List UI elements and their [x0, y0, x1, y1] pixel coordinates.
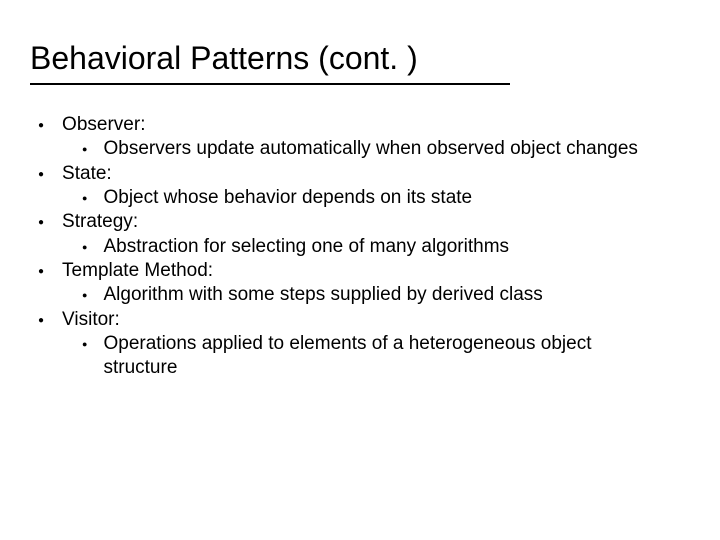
list-item: ● Strategy: ● Abstraction for selecting …	[30, 210, 690, 259]
bullet-icon: ●	[38, 315, 44, 328]
bullet-icon: ●	[38, 217, 44, 230]
item-title: Strategy:	[62, 210, 690, 234]
bullet-icon: ●	[38, 266, 44, 279]
bullet-icon: ●	[38, 169, 44, 182]
bullet-icon: ●	[82, 290, 87, 302]
list-item: ● Template Method: ● Algorithm with some…	[30, 259, 690, 308]
sub-list-item: ● Operations applied to elements of a he…	[82, 332, 690, 381]
slide: Behavioral Patterns (cont. ) ● Observer:…	[0, 0, 720, 540]
sub-list-item: ● Observers update automatically when ob…	[82, 137, 690, 161]
bullet-icon: ●	[82, 144, 87, 156]
item-desc: Abstraction for selecting one of many al…	[103, 235, 690, 259]
bullet-icon: ●	[38, 120, 44, 133]
slide-title: Behavioral Patterns (cont. )	[30, 40, 510, 85]
item-title: Template Method:	[62, 259, 690, 283]
list-item: ● Observer: ● Observers update automatic…	[30, 113, 690, 162]
item-title: Observer:	[62, 113, 690, 137]
slide-content: ● Observer: ● Observers update automatic…	[30, 113, 690, 380]
bullet-icon: ●	[82, 339, 87, 351]
item-title: State:	[62, 162, 690, 186]
sub-list-item: ● Abstraction for selecting one of many …	[82, 235, 690, 259]
item-desc: Object whose behavior depends on its sta…	[103, 186, 690, 210]
item-title: Visitor:	[62, 308, 690, 332]
bullet-icon: ●	[82, 242, 87, 254]
list-item: ● State: ● Object whose behavior depends…	[30, 162, 690, 211]
item-desc: Operations applied to elements of a hete…	[103, 332, 690, 381]
item-desc: Algorithm with some steps supplied by de…	[103, 283, 690, 307]
sub-list-item: ● Algorithm with some steps supplied by …	[82, 283, 690, 307]
bullet-icon: ●	[82, 193, 87, 205]
item-desc: Observers update automatically when obse…	[103, 137, 690, 161]
list-item: ● Visitor: ● Operations applied to eleme…	[30, 308, 690, 381]
sub-list-item: ● Object whose behavior depends on its s…	[82, 186, 690, 210]
